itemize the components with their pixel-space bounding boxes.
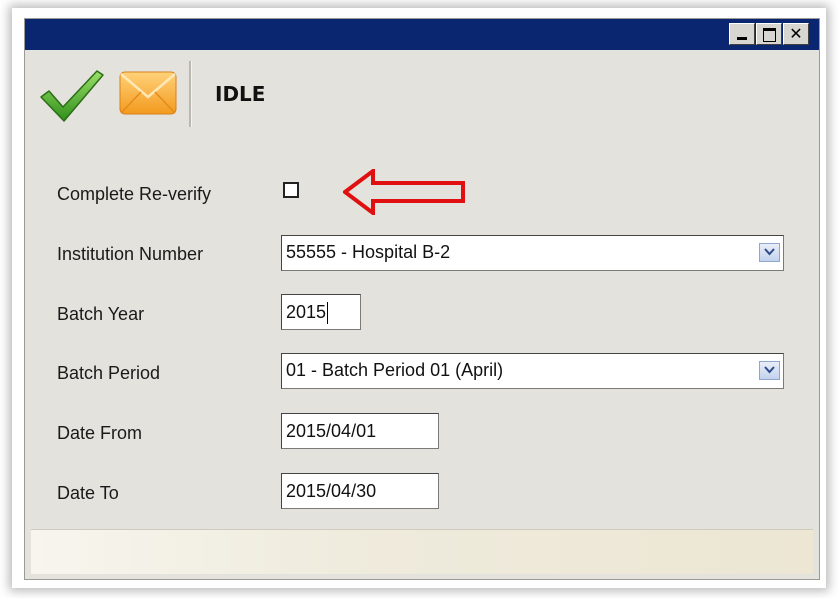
chevron-down-icon[interactable] (759, 243, 780, 262)
date-from-value: 2015/04/01 (286, 421, 377, 441)
chevron-down-icon[interactable] (759, 361, 780, 380)
date-from-label: Date From (57, 423, 143, 443)
toolbar: IDLE (31, 57, 813, 127)
date-to-value: 2015/04/30 (286, 481, 377, 501)
maximize-icon (763, 28, 776, 42)
text-caret (327, 302, 329, 325)
status-label: IDLE (215, 82, 266, 106)
batch-year-input[interactable]: 2015 (281, 294, 361, 330)
batch-period-select[interactable]: 01 - Batch Period 01 (April) (281, 353, 784, 389)
institution-number-label: Institution Number (57, 244, 204, 264)
batch-year-label: Batch Year (57, 304, 145, 324)
close-icon: ✕ (789, 24, 803, 43)
envelope-icon[interactable] (119, 71, 177, 120)
toolbar-separator (189, 61, 192, 127)
date-to-label: Date To (57, 483, 119, 503)
complete-reverify-label: Complete Re-verify (57, 184, 212, 204)
footer-bar (31, 529, 813, 574)
institution-number-value: 55555 - Hospital B-2 (286, 242, 451, 262)
maximize-button[interactable] (756, 23, 782, 45)
red-arrow-annotation (341, 167, 469, 220)
date-from-input[interactable]: 2015/04/01 (281, 413, 439, 449)
close-button[interactable]: ✕ (783, 23, 809, 45)
minimize-button[interactable] (729, 23, 755, 45)
title-bar[interactable]: ✕ (25, 19, 819, 50)
complete-reverify-checkbox[interactable] (283, 182, 299, 198)
minimize-icon (737, 37, 747, 40)
institution-number-select[interactable]: 55555 - Hospital B-2 (281, 235, 784, 271)
check-icon[interactable] (39, 67, 105, 128)
batch-period-label: Batch Period (57, 363, 161, 383)
date-to-input[interactable]: 2015/04/30 (281, 473, 439, 509)
batch-period-value: 01 - Batch Period 01 (April) (286, 360, 504, 380)
batch-year-value: 2015 (286, 302, 327, 322)
dialog-window: ✕ IDLE Complete Re-verify Institution Nu… (24, 18, 820, 580)
